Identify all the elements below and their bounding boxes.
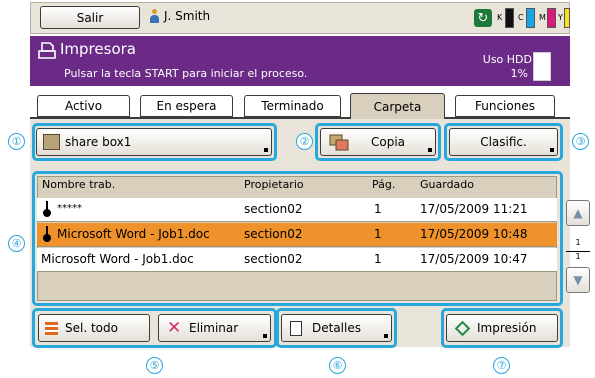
user-name: J. Smith — [164, 9, 211, 23]
refresh-icon[interactable]: ↻ — [474, 9, 492, 27]
table-row-selected[interactable]: Microsoft Word - Job1.doc section02 1 17… — [37, 223, 557, 247]
callout-1: ① — [8, 133, 25, 150]
lock-icon — [43, 201, 51, 217]
copy-button[interactable]: Copia — [320, 128, 436, 156]
toner-k-label: K — [497, 13, 503, 22]
toner-c-level — [526, 8, 535, 28]
status-message: Pulsar la tecla START para iniciar el pr… — [64, 67, 308, 80]
tab-terminado[interactable]: Terminado — [244, 95, 341, 117]
col-header-saved: Guardado — [420, 178, 475, 191]
toner-y-label: Y — [558, 13, 563, 22]
callout-3: ③ — [572, 133, 589, 150]
copy-icon — [329, 134, 349, 151]
col-header-name: Nombre trab. — [42, 178, 116, 191]
scroll-down-button[interactable]: ▼ — [566, 267, 590, 293]
callout-7: ⑦ — [493, 357, 510, 374]
toner-c-label: C — [518, 13, 524, 22]
toner-m-label: M — [539, 13, 546, 22]
scroll-up-button[interactable]: ▲ — [566, 200, 590, 226]
share-box-button[interactable]: share box1 — [36, 128, 272, 156]
hdd-usage-label: Uso HDD — [482, 53, 532, 66]
hdd-usage-percent: 1% — [510, 67, 528, 80]
table-row[interactable]: ***** section02 1 17/05/2009 11:21 — [37, 198, 557, 222]
select-all-icon — [45, 322, 58, 335]
arrow-up-icon: ▲ — [573, 206, 583, 220]
col-header-owner: Propietario — [244, 178, 304, 191]
details-icon — [290, 321, 302, 336]
delete-button[interactable]: ✕ Eliminar — [158, 314, 271, 342]
tab-en-espera[interactable]: En espera — [140, 95, 233, 117]
lock-icon — [43, 226, 51, 242]
sort-button[interactable]: Clasific. — [449, 128, 558, 156]
tab-funciones[interactable]: Funciones — [455, 95, 555, 117]
print-button[interactable]: Impresión — [446, 314, 558, 342]
user-indicator: J. Smith — [150, 9, 210, 23]
callout-5: ⑤ — [146, 357, 163, 374]
page-current: 1 — [575, 238, 581, 247]
page-total: 1 — [575, 252, 581, 261]
tab-activo[interactable]: Activo — [37, 95, 130, 117]
box-icon — [43, 134, 60, 150]
table-row[interactable]: Microsoft Word - Job1.doc section02 1 17… — [37, 248, 557, 272]
printer-icon — [38, 42, 56, 59]
page-title: Impresora — [60, 40, 136, 58]
print-icon — [454, 320, 471, 337]
hdd-usage-gauge — [533, 52, 551, 81]
col-header-pages: Pág. — [372, 178, 396, 191]
delete-icon: ✕ — [167, 318, 182, 338]
logout-button[interactable]: Salir — [40, 6, 140, 29]
tab-carpeta[interactable]: Carpeta — [350, 93, 445, 119]
callout-2: ② — [296, 133, 313, 150]
toner-m-level — [547, 8, 556, 28]
user-icon — [150, 9, 159, 23]
toner-k-level — [505, 8, 514, 28]
arrow-down-icon: ▼ — [573, 273, 583, 287]
callout-6: ⑥ — [329, 357, 346, 374]
details-button[interactable]: Detalles — [281, 314, 392, 342]
select-all-button[interactable]: Sel. todo — [38, 314, 150, 342]
callout-4: ④ — [8, 235, 25, 252]
toner-y-level — [564, 8, 570, 28]
